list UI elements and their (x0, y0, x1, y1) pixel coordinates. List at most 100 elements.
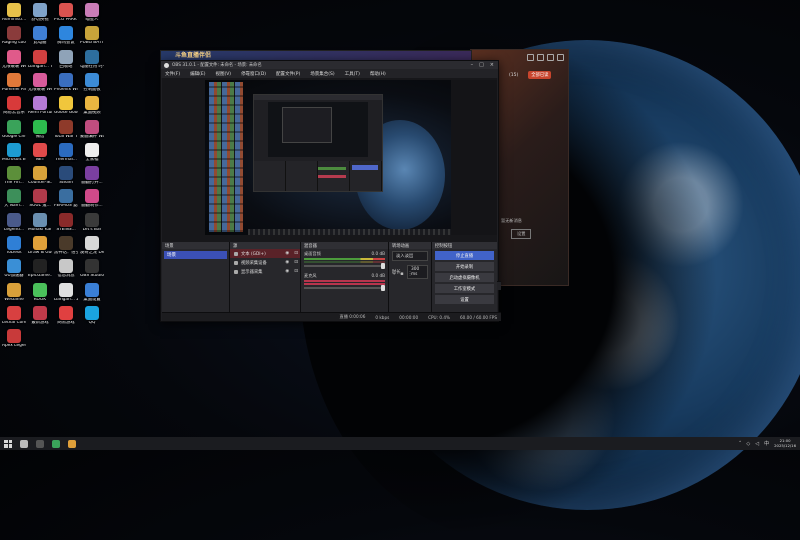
desktop-icon[interactable]: 大 Nam... (2, 189, 26, 209)
mark-all-read-button[interactable]: 全部已读 (528, 71, 552, 79)
studio-mode-button[interactable]: 工作室模式 (435, 284, 494, 293)
menu-item[interactable]: 视图(V) (215, 71, 231, 77)
source-item[interactable]: 视频采集设备 ◉ ⊡ (230, 258, 300, 267)
desktop-icon[interactable]: OBS Studio (80, 259, 104, 279)
volume-icon[interactable]: ◁ (755, 441, 759, 447)
desktop-icon[interactable]: SOUL 鬼... (28, 189, 52, 209)
minimize-icon[interactable]: – (471, 62, 474, 68)
desktop-icon[interactable]: Counter-St... (28, 166, 52, 186)
settings-button[interactable]: 设置 (435, 295, 494, 304)
maximize-icon[interactable]: □ (479, 62, 484, 68)
desktop-icon[interactable]: Monaki Kanin... (28, 212, 52, 233)
menu-item[interactable]: 文件(F) (165, 71, 180, 77)
menu-item[interactable]: 工具(T) (345, 71, 360, 77)
chrome-taskbar-icon[interactable] (52, 439, 60, 448)
input-language[interactable]: 中 (764, 440, 769, 447)
visibility-eye-icon[interactable]: ◉ (285, 251, 289, 256)
lock-icon[interactable]: ⊡ (294, 269, 298, 274)
desktop-icon[interactable]: Administr... (2, 3, 26, 23)
desktop-icon[interactable]: FERMUS 夏新... (54, 189, 78, 209)
desktop-icon[interactable]: 凌奇之龙 Demo (80, 236, 104, 256)
desktop-icon[interactable]: 信息消息 (54, 259, 78, 279)
minimize-icon[interactable] (537, 53, 544, 61)
remove-transition-icon[interactable]: ▪ (400, 271, 403, 277)
desktop-icon[interactable]: Dangan... Trigger H... (28, 49, 52, 70)
desktop-icon[interactable]: UU加速器 (2, 259, 26, 279)
desktop-icon[interactable]: Let's Bar (80, 212, 104, 233)
desktop-icon[interactable]: Pummel Party (2, 72, 26, 93)
tray-chevron-icon[interactable]: ˄ (739, 441, 742, 447)
lock-icon[interactable]: ⊡ (294, 251, 298, 256)
desktop-icon[interactable]: Phoenix Wright A... (54, 72, 78, 93)
desktop-icon[interactable]: 网易云音乐 (2, 96, 26, 116)
desktop-icon[interactable]: 蒙翻满杯 Wallpaper... (80, 119, 104, 140)
obs-window[interactable]: OBS 31.0.1 - 配置文件: 未命名 - 场景: 未命名 – □ × 文… (160, 60, 501, 322)
desktop-icon[interactable]: Raging Loop (2, 26, 26, 46)
task-view-icon[interactable] (36, 439, 44, 448)
desktop-icon[interactable]: Draw & Guess -... (28, 236, 52, 256)
desktop-icon[interactable]: ToDesk (2, 236, 26, 256)
desktop-icon[interactable]: 翻翻打开... (80, 166, 104, 186)
desktop-icon[interactable]: STEINS... (54, 212, 78, 233)
window-controls[interactable]: – □ × (471, 62, 498, 68)
menu-item[interactable]: 配置文件(P) (276, 71, 300, 77)
menu-item[interactable]: 停靠窗口(D) (241, 71, 266, 77)
start-button[interactable] (4, 439, 12, 448)
desktop-icon[interactable]: The Fin... (2, 166, 26, 186)
volume-slider[interactable] (304, 263, 385, 269)
scene-item[interactable]: 场景 (164, 251, 227, 259)
close-icon[interactable]: × (490, 62, 494, 68)
desktop-icon[interactable]: Legend... (2, 212, 26, 233)
virtual-camera-button[interactable]: 启动虚拟摄像机 (435, 273, 494, 282)
settings-icon[interactable] (527, 53, 534, 61)
source-item[interactable]: 显示器采集 ◉ ⊡ (230, 267, 300, 276)
visibility-eye-icon[interactable]: ◉ (285, 260, 289, 265)
desktop-icon[interactable]: 腾讯会议 (54, 26, 78, 46)
desktop-icon[interactable]: 电脑在用 时手中 (80, 49, 104, 70)
desktop-icon[interactable]: PUBG BATTLEGR... (80, 26, 104, 46)
desktop-icon[interactable]: Goose Goose Duck (54, 96, 78, 116)
lock-icon[interactable]: ⊡ (294, 260, 298, 265)
menu-item[interactable]: 场景集合(S) (310, 71, 334, 77)
volume-slider[interactable] (304, 285, 385, 291)
start-recording-button[interactable]: 开始录制 (435, 262, 494, 271)
maximize-icon[interactable] (547, 53, 554, 61)
volume-slider-knob[interactable] (381, 285, 385, 291)
transition-effect-select[interactable]: 淡入淡出 (392, 251, 428, 261)
visibility-eye-icon[interactable]: ◉ (285, 269, 289, 274)
desktop-icon[interactable]: WeGame (2, 282, 26, 303)
desktop-icon[interactable]: Lethal Company (2, 305, 26, 326)
desktop-icon[interactable]: 控制面板 (80, 72, 104, 93)
desktop-icon[interactable]: NET (28, 142, 52, 163)
desktop-icon[interactable]: 无限暖暖 WeGame版 (28, 72, 52, 93)
desktop-icon[interactable]: Thermal... (54, 142, 78, 163)
desktop-icon[interactable]: PICO PARK 2 (54, 3, 78, 23)
empty-notice-button[interactable]: 设置 (511, 229, 532, 239)
desktop-icon[interactable]: Total War THREE KI... (54, 119, 78, 140)
search-icon[interactable] (20, 439, 28, 448)
files-taskbar-icon[interactable] (68, 439, 76, 448)
taskbar-clock[interactable]: 21:00 2025/12/16 (774, 438, 796, 448)
desktop-icon[interactable]: Dangan... 2 Goodb... (54, 282, 78, 303)
desktop-icon[interactable]: Microsoft Edge (2, 142, 26, 163)
desktop-icon[interactable]: 微信 (28, 119, 52, 140)
close-icon[interactable] (557, 53, 564, 61)
desktop-icon[interactable]: 舒切换视 (28, 3, 52, 23)
preview-canvas[interactable] (205, 80, 494, 235)
desktop-icon[interactable]: Apex Legends (2, 329, 26, 349)
desktop-icon[interactable]: 全家福 (80, 142, 104, 163)
desktop-icon[interactable]: Remi Fortune -... (28, 96, 52, 116)
desktop-icon[interactable]: 最新游戏 (28, 305, 52, 326)
desktop-icon[interactable]: Google Chrome (2, 119, 26, 140)
desktop-icon[interactable]: 喵星人 (80, 3, 104, 23)
desktop-icon[interactable]: 黑神话：悟空 (54, 236, 78, 256)
desktop-icon[interactable]: 桌面视频 (80, 96, 104, 116)
desktop-icon[interactable]: Steam (54, 166, 78, 186)
volume-slider-knob[interactable] (381, 263, 385, 269)
desktop-icon[interactable]: EpicGame... -快捷方式 (28, 259, 52, 279)
desktop-icon[interactable]: QQ (80, 305, 104, 326)
desktop-icon[interactable]: 桌面设置 (80, 282, 104, 303)
stop-streaming-button[interactable]: 停止直播 (435, 251, 494, 260)
desktop-icon[interactable]: 此电脑 (28, 26, 52, 46)
transition-menu-icon[interactable]: ⋮ (408, 271, 413, 277)
